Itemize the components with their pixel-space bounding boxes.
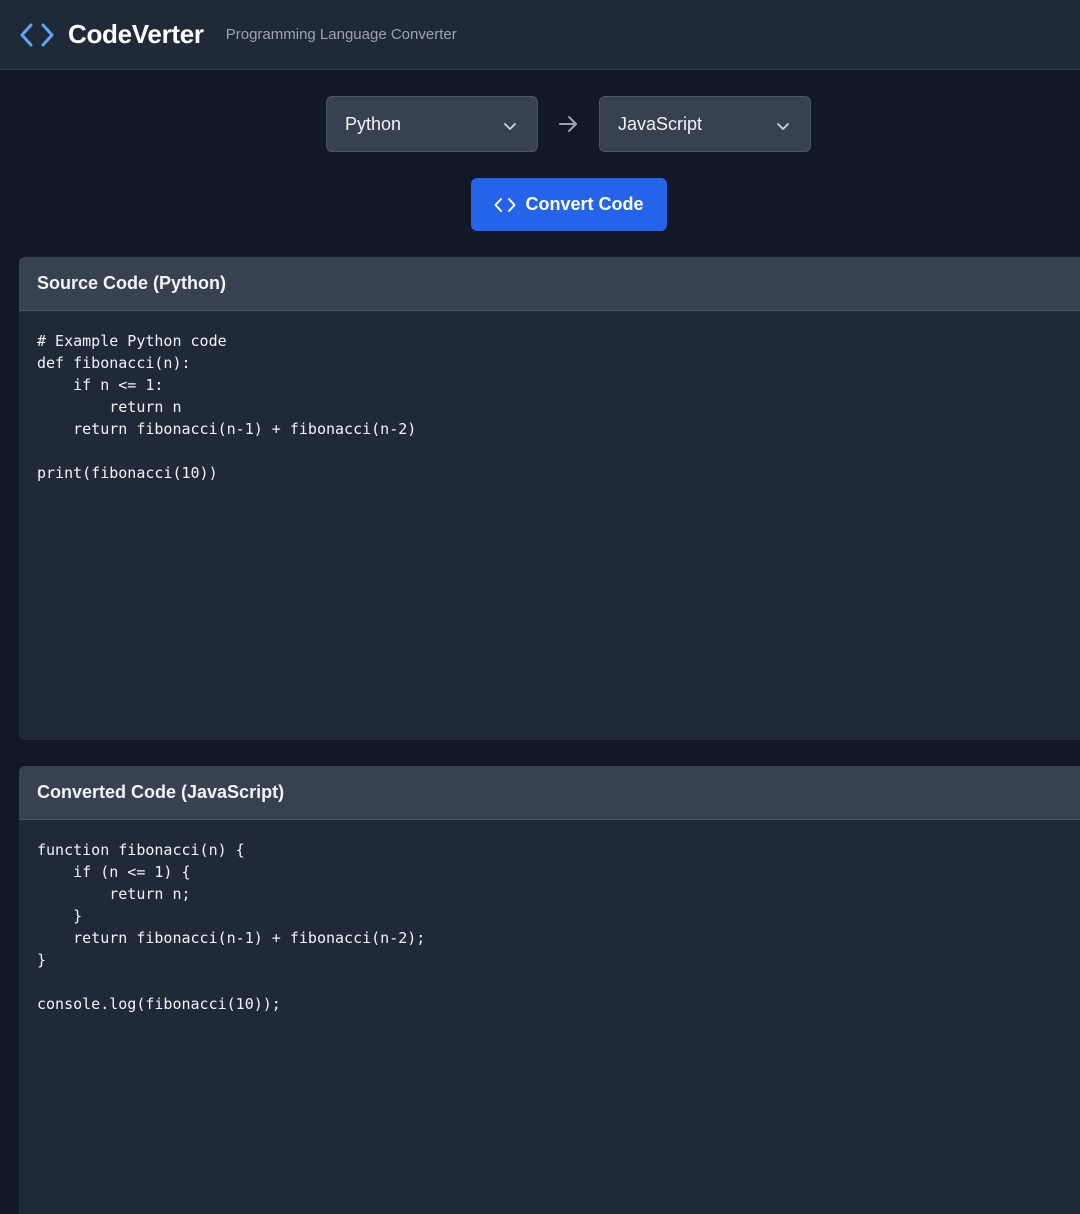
source-language-value: Python [345,113,402,134]
code-line: if n <= 1: [37,376,164,394]
app-header: CodeVerter Programming Language Converte… [0,0,1080,70]
code-line: } [37,907,83,925]
source-language-select[interactable]: Python [326,96,538,152]
code-brackets-icon [20,22,54,48]
code-line: return fibonacci(n-1) + fibonacci(n-2); [37,929,426,947]
chevron-down-icon [776,117,790,131]
code-line: def fibonacci(n): [37,354,191,372]
code-line: return fibonacci(n-1) + fibonacci(n-2) [37,420,417,438]
code-line: return n [37,398,182,416]
source-code-editor[interactable]: # Example Python code def fibonacci(n): i… [19,311,1080,503]
source-code-panel: Source Code (Python) # Example Python co… [19,257,1080,740]
code-line: if (n <= 1) { [37,863,191,881]
convert-code-label: Convert Code [525,194,644,214]
converted-code-panel: Converted Code (JavaScript) function fib… [19,766,1080,1214]
target-language-value: JavaScript [618,113,703,134]
code-line: # Example Python code [37,332,227,350]
code-line: print(fibonacci(10)) [37,464,218,482]
arrow-right-icon [557,113,579,135]
source-panel-title: Source Code (Python) [19,257,1080,311]
convert-code-button[interactable]: Convert Code [471,178,667,231]
app-tagline: Programming Language Converter [225,26,457,43]
target-language-select[interactable]: JavaScript [599,96,811,152]
chevron-down-icon [503,117,517,131]
converted-panel-title: Converted Code (JavaScript) [19,766,1080,820]
code-line: function fibonacci(n) { [37,841,245,859]
code-brackets-icon [494,197,516,213]
code-line: console.log(fibonacci(10)); [37,995,281,1013]
converted-code-output[interactable]: function fibonacci(n) { if (n <= 1) { re… [19,820,1080,1034]
code-line: return n; [37,885,191,903]
code-line: } [37,951,47,969]
app-title: CodeVerter [68,19,204,49]
language-controls: Python JavaScript [0,96,1080,152]
